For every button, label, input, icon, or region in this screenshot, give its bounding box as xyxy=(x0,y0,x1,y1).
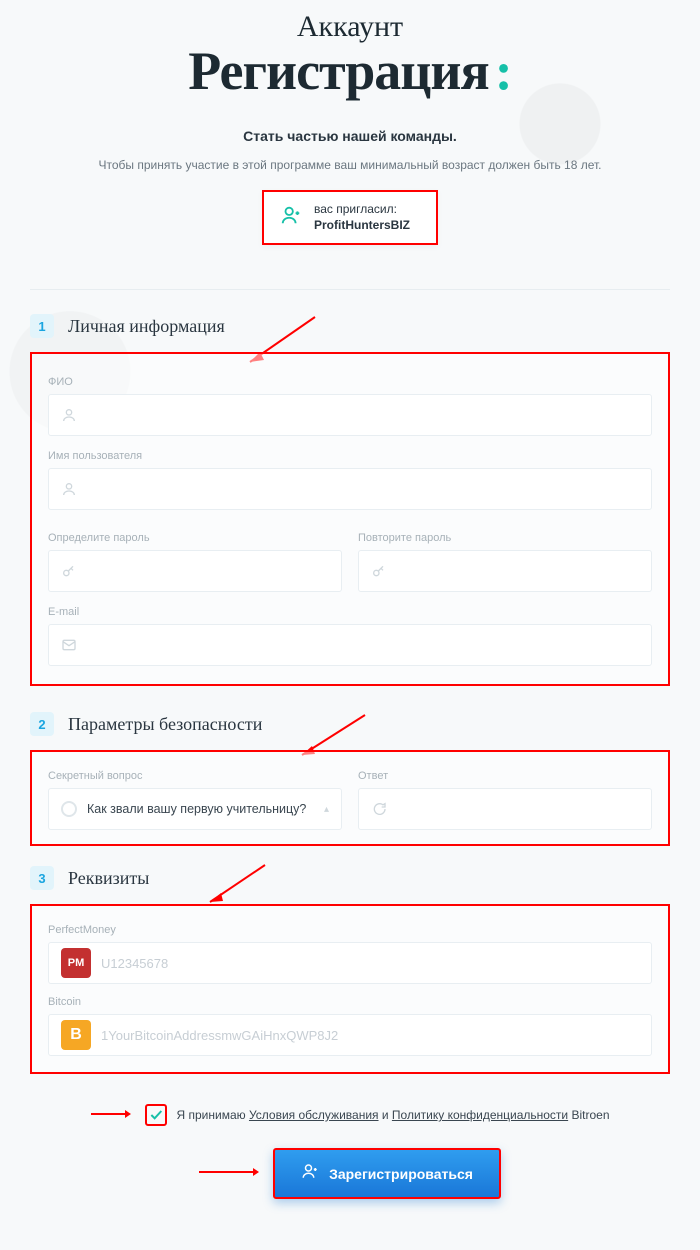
hero: Аккаунт Регистрация: Стать частью нашей … xyxy=(0,0,700,265)
page-description: Чтобы принять участие в этой программе в… xyxy=(90,156,610,174)
page-subtitle: Стать частью нашей команды. xyxy=(30,128,670,144)
password-repeat-input-wrap[interactable] xyxy=(358,550,652,592)
perfectmoney-input[interactable] xyxy=(101,943,639,983)
privacy-link[interactable]: Политику конфиденциальности xyxy=(392,1108,568,1122)
inviter-card: вас пригласил: ProfitHuntersBIZ xyxy=(262,190,438,245)
page-title-text: Регистрация xyxy=(188,41,489,101)
key-icon xyxy=(61,563,77,579)
agree-row: Я принимаю Условия обслуживания и Полити… xyxy=(30,1104,670,1126)
field-label: E-mail xyxy=(48,606,652,618)
email-input[interactable] xyxy=(87,625,639,665)
title-accent: : xyxy=(495,41,512,101)
chat-icon xyxy=(371,801,387,817)
user-icon xyxy=(61,481,77,497)
personal-box: ФИО Имя пользователя Определите пароль xyxy=(30,352,670,686)
username-input[interactable] xyxy=(87,469,639,509)
user-add-icon xyxy=(301,1162,319,1185)
password-input[interactable] xyxy=(87,551,329,591)
key-icon xyxy=(371,563,387,579)
username-input-wrap[interactable] xyxy=(48,468,652,510)
section-title: Параметры безопасности xyxy=(68,714,262,735)
field-label: Имя пользователя xyxy=(48,450,652,462)
step-number: 2 xyxy=(30,712,54,736)
secret-question-value: Как звали вашу первую учительницу? xyxy=(87,802,314,816)
arrow-annotation-icon xyxy=(91,1108,131,1123)
inviter-name: ProfitHuntersBIZ xyxy=(314,218,410,234)
bitcoin-input-wrap[interactable]: B xyxy=(48,1014,652,1056)
field-label: Определите пароль xyxy=(48,532,342,544)
user-add-icon xyxy=(280,204,302,231)
perfectmoney-brand-icon: PM xyxy=(61,948,91,978)
email-input-wrap[interactable] xyxy=(48,624,652,666)
step-number: 1 xyxy=(30,314,54,338)
agree-pre: Я принимаю xyxy=(177,1108,249,1122)
answer-input-wrap[interactable] xyxy=(358,788,652,830)
fio-input-wrap[interactable] xyxy=(48,394,652,436)
field-label: PerfectMoney xyxy=(48,924,652,936)
register-button-label: Зарегистрироваться xyxy=(329,1166,473,1182)
section-personal: 1 Личная информация ФИО Имя пользователя… xyxy=(0,314,700,686)
field-label: Повторите пароль xyxy=(358,532,652,544)
payment-box: PerfectMoney PM Bitcoin B xyxy=(30,904,670,1074)
agree-mid: и xyxy=(379,1108,392,1122)
password-repeat-input[interactable] xyxy=(397,551,639,591)
fio-input[interactable] xyxy=(87,395,639,435)
divider xyxy=(30,289,670,290)
mail-icon xyxy=(61,637,77,653)
field-label: Секретный вопрос xyxy=(48,770,342,782)
tos-link[interactable]: Условия обслуживания xyxy=(249,1108,379,1122)
step-number: 3 xyxy=(30,866,54,890)
agree-post: Bitroen xyxy=(568,1108,609,1122)
security-box: Секретный вопрос Как звали вашу первую у… xyxy=(30,750,670,846)
arrow-annotation-icon xyxy=(199,1165,259,1183)
password-input-wrap[interactable] xyxy=(48,550,342,592)
secret-question-select[interactable]: Как звали вашу первую учительницу? ▴ xyxy=(48,788,342,830)
inviter-label: вас пригласил: xyxy=(314,202,410,218)
radio-icon xyxy=(61,801,77,817)
answer-input[interactable] xyxy=(397,789,639,829)
field-label: Bitcoin xyxy=(48,996,652,1008)
field-label: Ответ xyxy=(358,770,652,782)
perfectmoney-input-wrap[interactable]: PM xyxy=(48,942,652,984)
field-label: ФИО xyxy=(48,376,652,388)
register-button[interactable]: Зарегистрироваться xyxy=(273,1148,501,1199)
section-payment: 3 Реквизиты PerfectMoney PM Bitcoin B xyxy=(0,866,700,1074)
agree-text: Я принимаю Условия обслуживания и Полити… xyxy=(177,1108,610,1122)
bitcoin-input[interactable] xyxy=(101,1015,639,1055)
section-title: Реквизиты xyxy=(68,868,149,889)
section-security: 2 Параметры безопасности Секретный вопро… xyxy=(0,712,700,846)
page-title: Регистрация: xyxy=(30,44,670,98)
section-title: Личная информация xyxy=(68,316,225,337)
chevron-up-icon: ▴ xyxy=(324,804,329,815)
page-pretitle: Аккаунт xyxy=(30,10,670,44)
agree-checkbox[interactable] xyxy=(145,1104,167,1126)
submit-row: Зарегистрироваться xyxy=(0,1148,700,1199)
bitcoin-brand-icon: B xyxy=(61,1020,91,1050)
user-icon xyxy=(61,407,77,423)
